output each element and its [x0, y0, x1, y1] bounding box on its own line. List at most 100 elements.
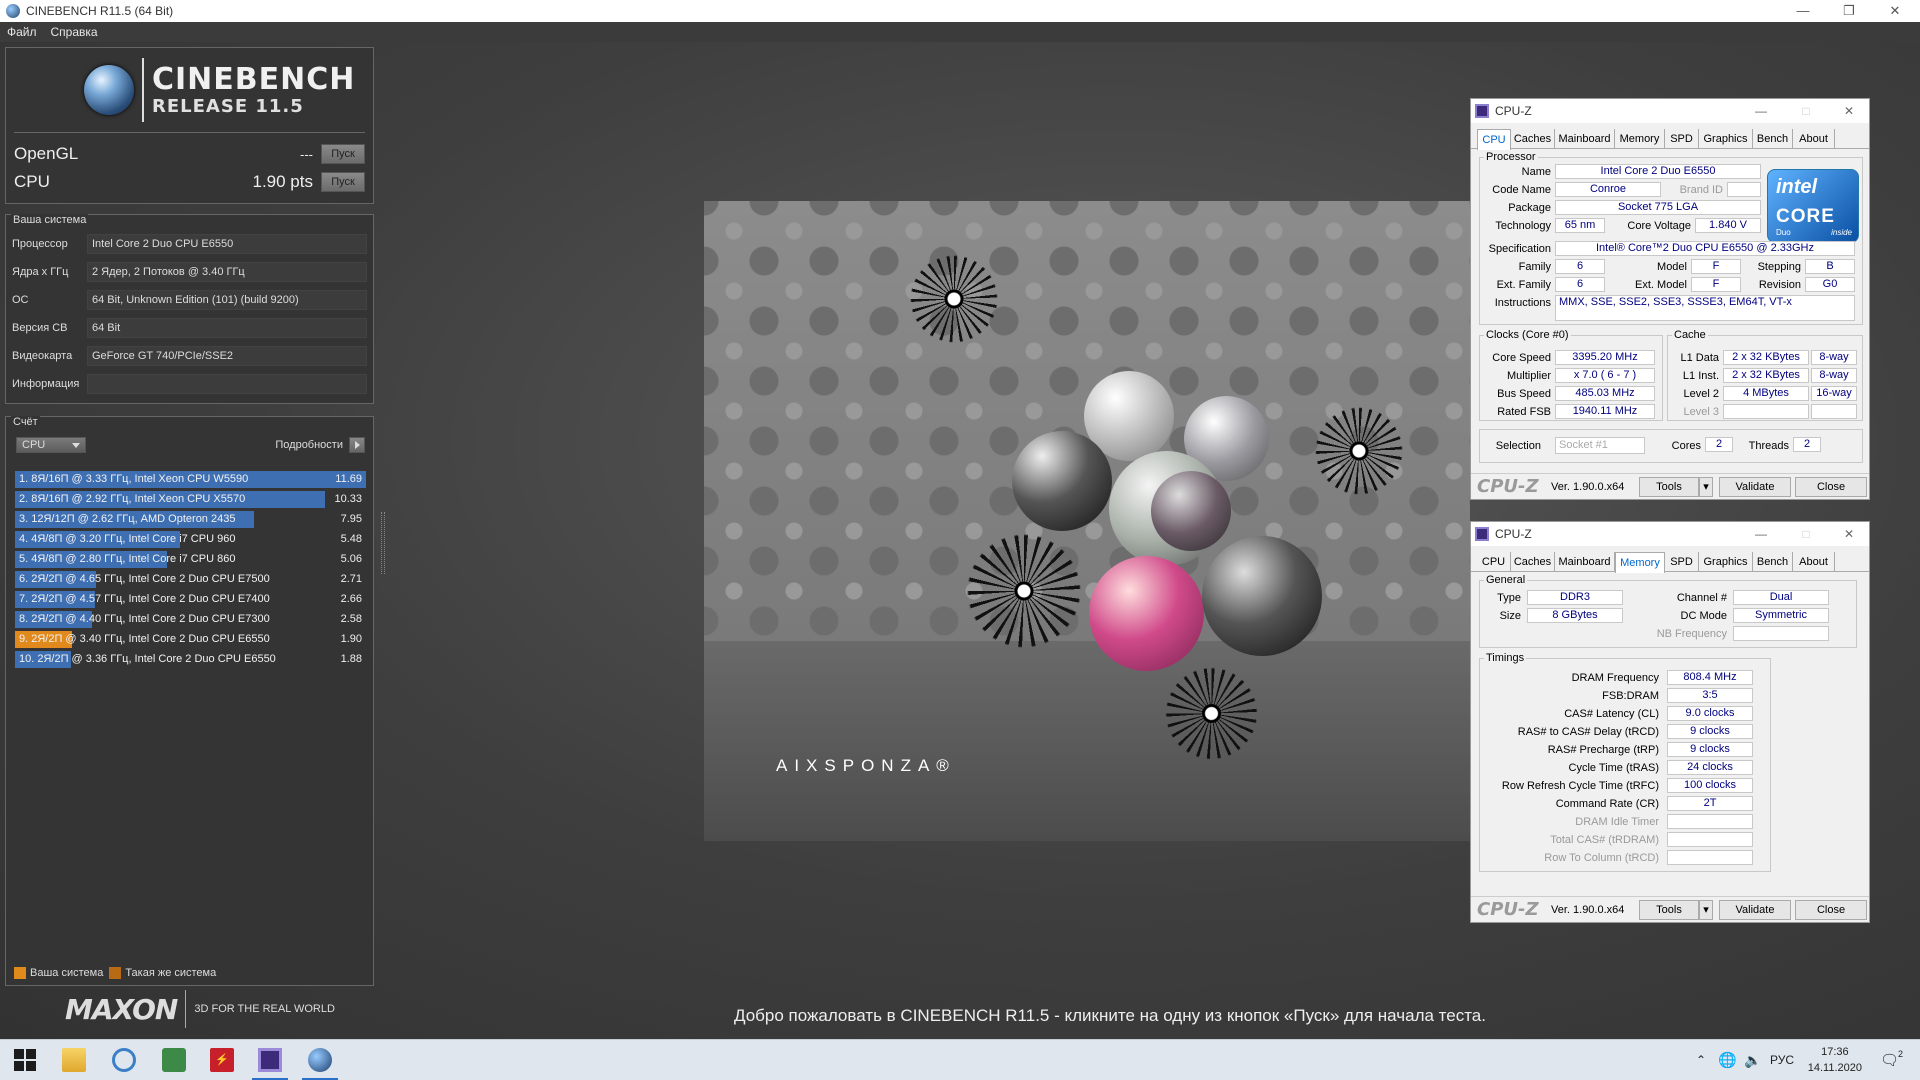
- cpuz-tabs: CPU Caches Mainboard Memory SPD Graphics…: [1471, 129, 1869, 150]
- tab-memory[interactable]: Memory: [1615, 552, 1665, 573]
- close-button[interactable]: Close: [1795, 477, 1867, 497]
- close-button[interactable]: Close: [1795, 900, 1867, 920]
- extfamily-label: Ext. Family: [1496, 279, 1551, 291]
- close-icon[interactable]: ✕: [1829, 522, 1869, 546]
- close-icon[interactable]: ✕: [1829, 99, 1869, 123]
- cinebench-taskbar-icon[interactable]: [308, 1048, 332, 1072]
- tab-graphics[interactable]: Graphics: [1699, 552, 1753, 572]
- chevron-down-icon: [72, 443, 80, 448]
- cpu-run-button[interactable]: Пуск: [321, 172, 365, 192]
- gpu-tool-icon[interactable]: [162, 1048, 186, 1072]
- cpuz-footer: CPU-Z Ver. 1.90.0.x64 Tools ▾ Validate C…: [1471, 473, 1869, 499]
- ranking-type-select[interactable]: CPU: [16, 437, 86, 453]
- socket-select[interactable]: Socket #1: [1555, 437, 1645, 454]
- sys-label: Ядра x ГГц: [12, 266, 69, 278]
- ranking-row[interactable]: 9. 2Я/2П @ 3.40 ГГц, Intel Core 2 Duo CP…: [15, 631, 366, 648]
- timing-label: RAS# to CAS# Delay (tRCD): [1517, 726, 1659, 738]
- tab-about[interactable]: About: [1793, 129, 1835, 149]
- l1inst-way: 8-way: [1811, 368, 1857, 383]
- ranking-legend: Ваша система Такая же система: [14, 967, 216, 979]
- system-panel: Ваша система Процессор Intel Core 2 Duo …: [5, 214, 374, 404]
- tab-bench[interactable]: Bench: [1753, 552, 1793, 572]
- ranking-row[interactable]: 1. 8Я/16П @ 3.33 ГГц, Intel Xeon CPU W55…: [15, 471, 366, 488]
- ranking-row[interactable]: 2. 8Я/16П @ 2.92 ГГц, Intel Xeon CPU X55…: [15, 491, 366, 508]
- family-value: 6: [1555, 259, 1605, 274]
- minimize-icon[interactable]: —: [1741, 99, 1781, 123]
- ranking-label: 1. 8Я/16П @ 3.33 ГГц, Intel Xeon CPU W55…: [19, 473, 249, 485]
- tab-spd[interactable]: SPD: [1665, 129, 1699, 149]
- panel-splitter-handle[interactable]: [381, 512, 385, 574]
- minimize-icon[interactable]: —: [1780, 0, 1826, 22]
- aixsponza-logo: AIXSPONZA®: [776, 756, 956, 775]
- sys-label: Версия СВ: [12, 322, 68, 334]
- menu-help[interactable]: Справка: [44, 25, 105, 39]
- brandid-label: Brand ID: [1679, 184, 1723, 196]
- tools-button[interactable]: Tools: [1639, 900, 1699, 920]
- windows-start-icon[interactable]: [13, 1048, 37, 1072]
- cpuz-titlebar[interactable]: CPU-Z — □ ✕: [1471, 99, 1869, 123]
- language-indicator[interactable]: РУС: [1770, 1040, 1794, 1080]
- maximize-icon: □: [1802, 104, 1810, 118]
- chevron-up-icon[interactable]: ⌃: [1696, 1040, 1706, 1080]
- ranking-row[interactable]: 7. 2Я/2П @ 4.57 ГГц, Intel Core 2 Duo CP…: [15, 591, 366, 608]
- cpuz-titlebar[interactable]: CPU-Z — □ ✕: [1471, 522, 1869, 546]
- timing-value: 100 clocks: [1667, 778, 1753, 793]
- logo-release: RELEASE 11.5: [152, 95, 304, 117]
- speaker-muted-icon[interactable]: 🔈: [1744, 1040, 1761, 1080]
- timing-value: [1667, 850, 1753, 865]
- opengl-run-button[interactable]: Пуск: [321, 144, 365, 164]
- tab-about[interactable]: About: [1793, 552, 1835, 572]
- name-label: Name: [1521, 166, 1551, 178]
- ranking-row[interactable]: 8. 2Я/2П @ 4.40 ГГц, Intel Core 2 Duo CP…: [15, 611, 366, 628]
- tab-mainboard[interactable]: Mainboard: [1555, 552, 1615, 572]
- maximize-icon[interactable]: ❐: [1826, 0, 1872, 22]
- tab-bench[interactable]: Bench: [1753, 129, 1793, 149]
- ranking-row[interactable]: 10. 2Я/2П @ 3.36 ГГц, Intel Core 2 Duo C…: [15, 651, 366, 668]
- cpuz-window-memory: CPU-Z — □ ✕ CPU Caches Mainboard Memory …: [1470, 521, 1870, 923]
- sys-row-cores: Ядра x ГГц 2 Ядер, 2 Потоков @ 3.40 ГГц: [12, 261, 367, 283]
- tab-memory[interactable]: Memory: [1615, 129, 1665, 149]
- tools-button[interactable]: Tools: [1639, 477, 1699, 497]
- tools-dropdown-icon[interactable]: ▾: [1699, 900, 1713, 920]
- tab-spd[interactable]: SPD: [1665, 552, 1699, 572]
- ranking-score: 7.95: [340, 513, 362, 525]
- info-input[interactable]: [87, 374, 367, 394]
- tools-dropdown-icon[interactable]: ▾: [1699, 477, 1713, 497]
- window-titlebar[interactable]: CINEBENCH R11.5 (64 Bit) — ❐ ✕: [0, 0, 1920, 22]
- cpuz-taskbar-icon[interactable]: [258, 1048, 282, 1072]
- tab-caches[interactable]: Caches: [1511, 129, 1555, 149]
- tab-caches[interactable]: Caches: [1511, 552, 1555, 572]
- tab-cpu[interactable]: CPU: [1477, 552, 1511, 572]
- timing-label: Cycle Time (tRAS): [1568, 762, 1659, 774]
- notifications-icon[interactable]: 🗨: [1880, 1040, 1899, 1080]
- tab-graphics[interactable]: Graphics: [1699, 129, 1753, 149]
- sys-row-version: Версия СВ 64 Bit: [12, 317, 367, 339]
- validate-button[interactable]: Validate: [1719, 900, 1791, 920]
- network-tool-icon[interactable]: [112, 1048, 136, 1072]
- tab-mainboard[interactable]: Mainboard: [1555, 129, 1615, 149]
- close-icon[interactable]: ✕: [1872, 0, 1918, 22]
- globe-icon[interactable]: 🌐: [1718, 1040, 1737, 1080]
- minimize-icon[interactable]: —: [1741, 522, 1781, 546]
- multiplier-value: x 7.0 ( 6 - 7 ): [1555, 368, 1655, 383]
- validate-button[interactable]: Validate: [1719, 477, 1791, 497]
- codename-label: Code Name: [1492, 184, 1551, 196]
- ranking-row[interactable]: 4. 4Я/8П @ 3.20 ГГц, Intel Core i7 CPU 9…: [15, 531, 366, 548]
- ranking-row[interactable]: 3. 12Я/12П @ 2.62 ГГц, AMD Opteron 2435 7…: [15, 511, 366, 528]
- sys-value: Intel Core 2 Duo CPU E6550: [87, 234, 367, 254]
- family-label: Family: [1518, 261, 1551, 273]
- sys-label: Процессор: [12, 238, 68, 250]
- flash-app-icon[interactable]: ⚡: [210, 1048, 234, 1072]
- ranking-row[interactable]: 5. 4Я/8П @ 2.80 ГГц, Intel Core i7 CPU 8…: [15, 551, 366, 568]
- details-toggle[interactable]: Подробности: [275, 437, 365, 453]
- menu-file[interactable]: Файл: [0, 25, 44, 39]
- nbfrequency-label: NB Frequency: [1656, 628, 1727, 640]
- ranking-row[interactable]: 6. 2Я/2П @ 4.65 ГГц, Intel Core 2 Duo CP…: [15, 571, 366, 588]
- play-arrow-icon[interactable]: [349, 437, 365, 453]
- maxon-logo: MAXON 3D FOR THE REAL WORLD: [65, 990, 335, 1028]
- tab-cpu[interactable]: CPU: [1477, 129, 1511, 150]
- file-explorer-icon[interactable]: [62, 1048, 86, 1072]
- intel-core-text: CORE: [1776, 206, 1835, 227]
- package-label: Package: [1508, 202, 1551, 214]
- clock[interactable]: 17:36 14.11.2020: [1808, 1044, 1862, 1076]
